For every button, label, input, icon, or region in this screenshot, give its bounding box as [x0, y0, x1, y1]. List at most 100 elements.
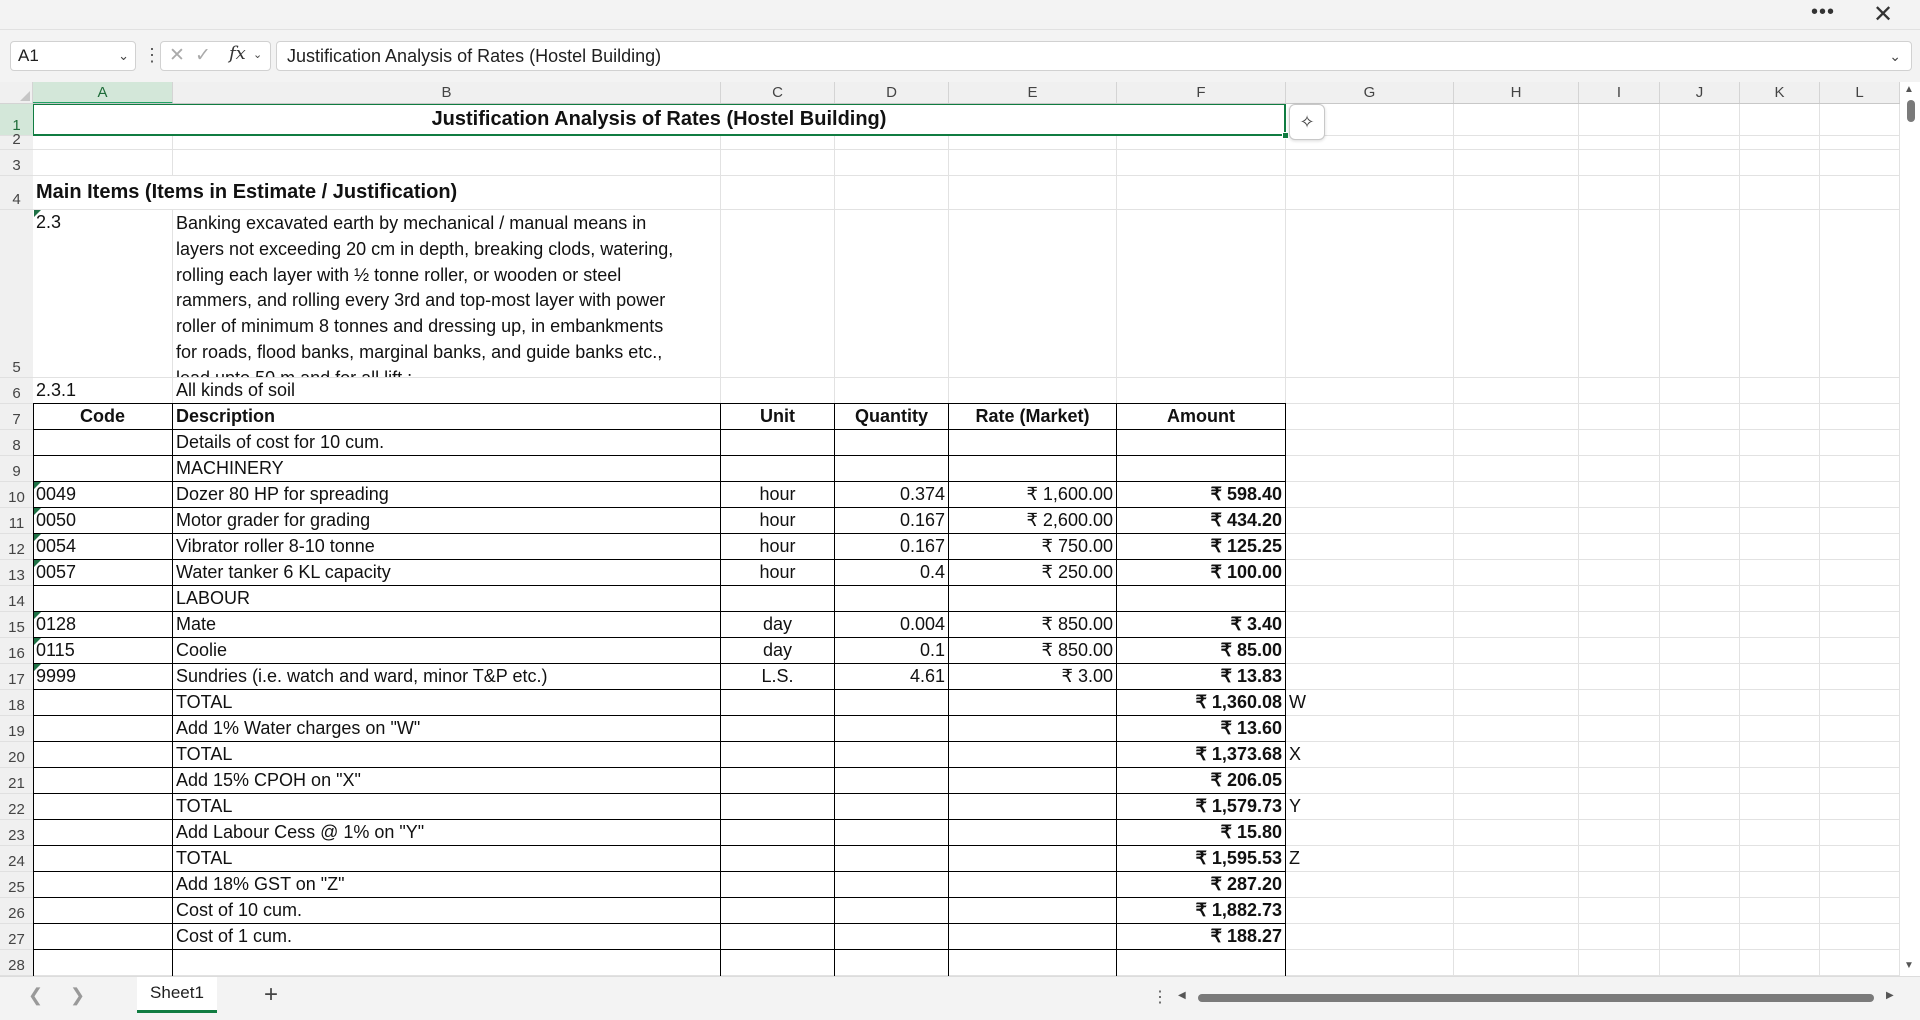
- row-header[interactable]: 20: [0, 742, 33, 768]
- chevron-down-icon[interactable]: ⌄: [253, 48, 262, 61]
- row-header[interactable]: 25: [0, 872, 33, 898]
- cell-rate[interactable]: ₹ 850.00: [949, 638, 1116, 663]
- row-header[interactable]: 26: [0, 898, 33, 924]
- row-header[interactable]: 7: [0, 404, 33, 430]
- column-header-l[interactable]: L: [1820, 82, 1900, 103]
- sub-item-description[interactable]: All kinds of soil: [173, 378, 720, 403]
- cell-description[interactable]: MACHINERY: [173, 456, 720, 481]
- scroll-thumb[interactable]: [1198, 994, 1874, 1002]
- vertical-scrollbar[interactable]: ▲ ▼: [1900, 82, 1920, 976]
- header-unit[interactable]: Unit: [721, 404, 834, 429]
- cell-amount[interactable]: ₹ 1,882.73: [1117, 898, 1285, 923]
- cell-unit[interactable]: day: [721, 612, 834, 637]
- scroll-right-icon[interactable]: ▶: [1886, 990, 1894, 1001]
- sheet-tab[interactable]: Sheet1: [137, 977, 217, 1013]
- cell-amount[interactable]: ₹ 188.27: [1117, 924, 1285, 949]
- row-header[interactable]: 19: [0, 716, 33, 742]
- insert-function-icon[interactable]: fx: [229, 43, 246, 64]
- cell-description[interactable]: Coolie: [173, 638, 720, 663]
- row-header[interactable]: 17: [0, 664, 33, 690]
- cell-total-marker[interactable]: W: [1286, 690, 1453, 715]
- row-header[interactable]: 2: [0, 131, 33, 150]
- column-header-h[interactable]: H: [1454, 82, 1579, 103]
- scroll-up-icon[interactable]: ▲: [1904, 84, 1914, 95]
- cell-description[interactable]: Cost of 1 cum.: [173, 924, 720, 949]
- row-header[interactable]: 10: [0, 482, 33, 508]
- cell-unit[interactable]: hour: [721, 560, 834, 585]
- cell-rate[interactable]: ₹ 250.00: [949, 560, 1116, 585]
- cell-unit[interactable]: day: [721, 638, 834, 663]
- row-header[interactable]: 4: [0, 176, 33, 210]
- cell-description[interactable]: Mate: [173, 612, 720, 637]
- formula-input[interactable]: Justification Analysis of Rates (Hostel …: [276, 41, 1912, 71]
- row-header[interactable]: 18: [0, 690, 33, 716]
- header-rate[interactable]: Rate (Market): [949, 404, 1116, 429]
- column-header-e[interactable]: E: [949, 82, 1117, 103]
- row-header[interactable]: 16: [0, 638, 33, 664]
- cell-code[interactable]: 0049: [33, 482, 172, 507]
- cell-grid[interactable]: Justification Analysis of Rates (Hostel …: [33, 104, 1900, 976]
- cell-amount[interactable]: ₹ 13.83: [1117, 664, 1285, 689]
- cell-description[interactable]: Water tanker 6 KL capacity: [173, 560, 720, 585]
- chevron-left-icon[interactable]: ❮: [28, 985, 43, 1006]
- cell-code[interactable]: 0128: [33, 612, 172, 637]
- cell-amount[interactable]: ₹ 100.00: [1117, 560, 1285, 585]
- cell-quantity[interactable]: 0.4: [835, 560, 948, 585]
- cell-quantity[interactable]: 0.1: [835, 638, 948, 663]
- add-sheet-button[interactable]: +: [264, 981, 278, 1009]
- column-header-f[interactable]: F: [1117, 82, 1286, 103]
- cell-description[interactable]: TOTAL: [173, 690, 720, 715]
- cell-amount[interactable]: ₹ 13.60: [1117, 716, 1285, 741]
- select-all-button[interactable]: [0, 82, 33, 104]
- cell-amount[interactable]: ₹ 15.80: [1117, 820, 1285, 845]
- chevron-right-icon[interactable]: ❯: [70, 985, 85, 1006]
- row-header[interactable]: 27: [0, 924, 33, 950]
- scroll-thumb[interactable]: [1907, 100, 1915, 122]
- cell-description[interactable]: Details of cost for 10 cum.: [173, 430, 720, 455]
- column-header-a[interactable]: A: [33, 82, 173, 103]
- cell-total-marker[interactable]: X: [1286, 742, 1453, 767]
- check-icon[interactable]: ✓: [195, 44, 211, 67]
- cell-amount[interactable]: ₹ 1,373.68: [1117, 742, 1285, 767]
- column-header-k[interactable]: K: [1740, 82, 1820, 103]
- cell-quantity[interactable]: 0.374: [835, 482, 948, 507]
- vertical-ellipsis-icon[interactable]: ⋮: [143, 45, 161, 66]
- row-header[interactable]: 9: [0, 456, 33, 482]
- cell-rate[interactable]: ₹ 3.00: [949, 664, 1116, 689]
- cell-total-marker[interactable]: Z: [1286, 846, 1453, 871]
- cell-amount[interactable]: ₹ 1,579.73: [1117, 794, 1285, 819]
- item-code[interactable]: 2.3: [33, 210, 172, 377]
- cell-description[interactable]: TOTAL: [173, 846, 720, 871]
- cell-rate[interactable]: ₹ 750.00: [949, 534, 1116, 559]
- cell-description[interactable]: Add 15% CPOH on "X": [173, 768, 720, 793]
- cell-description[interactable]: Add 1% Water charges on "W": [173, 716, 720, 741]
- cell-description[interactable]: Dozer 80 HP for spreading: [173, 482, 720, 507]
- row-header[interactable]: 22: [0, 794, 33, 820]
- cell-rate[interactable]: ₹ 850.00: [949, 612, 1116, 637]
- cell-description[interactable]: TOTAL: [173, 794, 720, 819]
- header-code[interactable]: Code: [33, 404, 172, 429]
- scroll-down-icon[interactable]: ▼: [1904, 960, 1914, 971]
- column-header-j[interactable]: J: [1660, 82, 1740, 103]
- column-header-c[interactable]: C: [721, 82, 835, 103]
- cell-unit[interactable]: hour: [721, 508, 834, 533]
- horizontal-scrollbar[interactable]: ◀ ▶: [1178, 990, 1908, 1005]
- row-header[interactable]: 23: [0, 820, 33, 846]
- row-header[interactable]: 8: [0, 430, 33, 456]
- fill-handle[interactable]: [1282, 132, 1289, 139]
- cell-amount[interactable]: ₹ 125.25: [1117, 534, 1285, 559]
- cell-total-marker[interactable]: Y: [1286, 794, 1453, 819]
- cell-description[interactable]: Add 18% GST on "Z": [173, 872, 720, 897]
- cell-quantity[interactable]: 0.167: [835, 508, 948, 533]
- cell-unit[interactable]: hour: [721, 534, 834, 559]
- row-header[interactable]: 14: [0, 586, 33, 612]
- item-description[interactable]: Banking excavated earth by mechanical / …: [173, 210, 720, 377]
- close-icon[interactable]: ✕: [1868, 2, 1898, 28]
- column-header-i[interactable]: I: [1579, 82, 1660, 103]
- sub-item-code[interactable]: 2.3.1: [33, 378, 172, 403]
- cell-description[interactable]: Vibrator roller 8-10 tonne: [173, 534, 720, 559]
- cell-code[interactable]: 9999: [33, 664, 172, 689]
- cell-amount[interactable]: ₹ 3.40: [1117, 612, 1285, 637]
- cell-code[interactable]: 0057: [33, 560, 172, 585]
- header-description[interactable]: Description: [173, 404, 720, 429]
